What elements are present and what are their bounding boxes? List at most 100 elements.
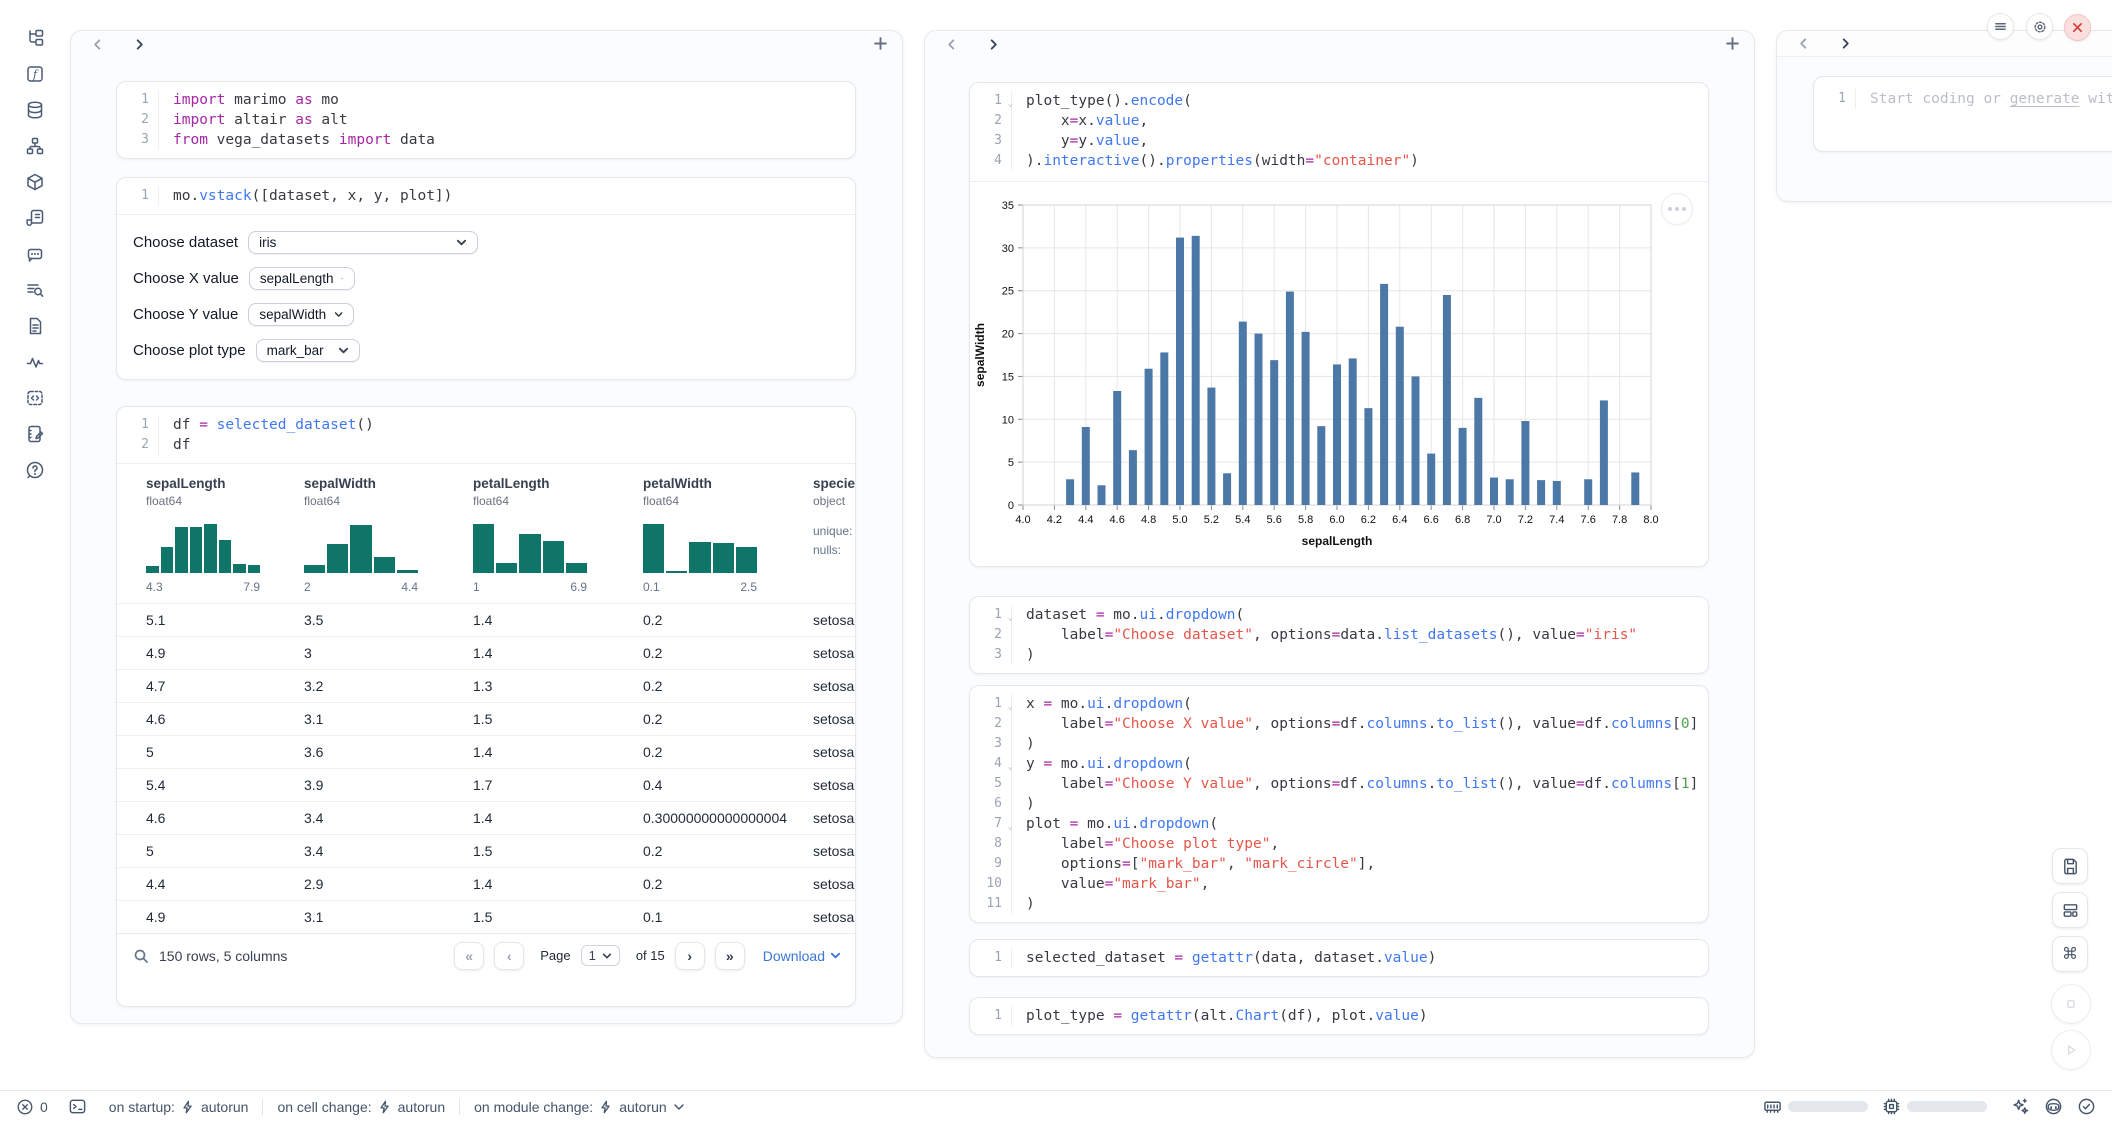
new-cell-button[interactable] xyxy=(873,36,888,51)
layout-icon xyxy=(2061,901,2080,920)
autorun-startup[interactable]: on startup: autorun xyxy=(109,1099,249,1115)
code-cell-dataset-dropdown[interactable]: 1⌄dataset = mo.ui.dropdown(2 label="Choo… xyxy=(969,596,1709,674)
bar xyxy=(1082,427,1090,505)
chat-icon[interactable] xyxy=(22,242,48,266)
notebook-column-middle: 1⌄plot_type().encode(2 x=x.value,3 y=y.v… xyxy=(924,30,1755,1058)
editor-placeholder[interactable]: Start coding or generate with AI xyxy=(1856,89,2112,109)
layout-button[interactable] xyxy=(2052,892,2088,928)
chart-menu-button[interactable] xyxy=(1661,193,1693,225)
autorun-module-change[interactable]: on module change: autorun xyxy=(474,1099,685,1115)
histogram-bar xyxy=(496,563,517,573)
activity-icon[interactable] xyxy=(22,350,48,374)
search-icon[interactable] xyxy=(133,948,149,964)
settings-button[interactable] xyxy=(2026,13,2053,40)
bar xyxy=(1098,485,1106,505)
code-line: 1⌄dataset = mo.ui.dropdown( xyxy=(970,605,1708,625)
dataset-select[interactable]: iris xyxy=(248,231,478,254)
hamburger-icon xyxy=(1994,20,2007,33)
plot-type-label: Choose plot type xyxy=(133,342,246,359)
dataset-label: Choose dataset xyxy=(133,234,238,251)
column-forward-button[interactable] xyxy=(1837,36,1853,52)
x-value-select[interactable]: sepalLength xyxy=(249,267,355,290)
prev-page-button[interactable]: ‹ xyxy=(494,942,524,970)
code-cell-plot[interactable]: 1⌄plot_type().encode(2 x=x.value,3 y=y.v… xyxy=(969,82,1709,567)
package-icon[interactable] xyxy=(22,170,48,194)
bar xyxy=(1506,479,1514,505)
bar xyxy=(1333,364,1341,505)
snippets-icon[interactable] xyxy=(22,386,48,410)
autorun-cell-change[interactable]: on cell change: autorun xyxy=(277,1099,445,1115)
code-cell-imports[interactable]: 1import marimo as mo2import altair as al… xyxy=(116,81,856,159)
last-page-button[interactable]: » xyxy=(715,942,745,970)
run-button[interactable] xyxy=(2051,1030,2091,1070)
file-tree-icon[interactable] xyxy=(22,26,48,50)
column-back-button[interactable] xyxy=(1795,36,1811,52)
save-button[interactable] xyxy=(2052,848,2088,884)
documentation-icon[interactable] xyxy=(22,314,48,338)
scratchpad-icon[interactable] xyxy=(22,422,48,446)
next-page-button[interactable]: › xyxy=(675,942,705,970)
trace-search-icon[interactable] xyxy=(22,278,48,302)
column-forward-button[interactable] xyxy=(985,36,1001,52)
altair-bar-chart[interactable]: 4.04.24.44.64.85.05.25.45.65.86.06.26.46… xyxy=(970,182,1708,560)
close-button[interactable] xyxy=(2064,14,2091,41)
code-cell-plot-type[interactable]: 1plot_type = getattr(alt.Chart(df), plot… xyxy=(969,997,1709,1035)
first-page-button[interactable]: « xyxy=(454,942,484,970)
command-icon: ⌘ xyxy=(2062,944,2078,964)
stop-button[interactable] xyxy=(2051,984,2091,1024)
column-back-button[interactable] xyxy=(943,36,959,52)
histogram-bar xyxy=(161,547,174,573)
error-indicator[interactable]: 0 xyxy=(16,1098,48,1116)
bar xyxy=(1145,369,1153,505)
new-cell-button[interactable] xyxy=(1725,36,1740,51)
dependency-graph-icon[interactable] xyxy=(22,134,48,158)
generate-link[interactable]: generate xyxy=(2010,91,2080,107)
ram-icon xyxy=(1763,1097,1782,1116)
cpu-usage[interactable] xyxy=(1882,1097,1987,1116)
bar xyxy=(1443,295,1451,505)
bar xyxy=(1396,327,1404,505)
terminal-button[interactable] xyxy=(68,1097,87,1116)
chevron-down-icon xyxy=(830,950,841,961)
bar xyxy=(1207,388,1215,505)
shortcuts-button[interactable]: ⌘ xyxy=(2052,936,2088,972)
download-button[interactable]: Download xyxy=(763,948,841,964)
database-icon[interactable] xyxy=(22,98,48,122)
column-forward-button[interactable] xyxy=(131,36,147,52)
functions-icon[interactable]: f xyxy=(22,62,48,86)
code-cell-vstack[interactable]: 1mo.vstack([dataset, x, y, plot]) Choose… xyxy=(116,177,856,380)
svg-text:6.2: 6.2 xyxy=(1361,514,1376,526)
code-cell-selected-dataset[interactable]: 1selected_dataset = getattr(data, datase… xyxy=(969,939,1709,977)
svg-text:5.4: 5.4 xyxy=(1235,514,1250,526)
bar xyxy=(1113,391,1121,505)
y-value-select[interactable]: sepalWidth xyxy=(248,303,354,326)
histogram-bar xyxy=(689,542,710,573)
memory-usage[interactable] xyxy=(1763,1097,1868,1116)
code-cell-dataframe[interactable]: 1df = selected_dataset()2df sepalLength … xyxy=(116,406,856,1007)
bar xyxy=(1380,284,1388,505)
plot-type-select[interactable]: mark_bar xyxy=(256,339,360,362)
terminal-icon xyxy=(68,1097,87,1116)
svg-text:20: 20 xyxy=(1002,329,1014,341)
bar xyxy=(1631,472,1639,505)
connection-status-icon[interactable] xyxy=(2077,1097,2096,1116)
menu-button[interactable] xyxy=(1987,13,2014,40)
bar xyxy=(1192,236,1200,505)
copilot-button[interactable] xyxy=(2044,1097,2063,1116)
histogram-bar xyxy=(397,570,418,573)
svg-text:0: 0 xyxy=(1008,500,1014,512)
bar xyxy=(1427,454,1435,505)
column-back-button[interactable] xyxy=(89,36,105,52)
table-row: 4.63.41.40.30000000000000004setosa xyxy=(117,801,855,834)
help-icon[interactable] xyxy=(22,458,48,482)
row-count: 150 rows, 5 columns xyxy=(159,948,287,964)
page-select[interactable]: 1 xyxy=(581,945,620,966)
error-circle-icon xyxy=(16,1098,34,1116)
logs-icon[interactable] xyxy=(22,206,48,230)
bar xyxy=(1553,481,1561,505)
scratch-cell[interactable]: 1 Start coding or generate with AI xyxy=(1813,76,2112,152)
code-cell-xy-plot-dropdowns[interactable]: 1⌄x = mo.ui.dropdown(2 label="Choose X v… xyxy=(969,685,1709,923)
ai-assistant-button[interactable] xyxy=(2011,1097,2030,1116)
cpu-usage-bar xyxy=(1907,1101,1987,1112)
code-line: 3 y=y.value, xyxy=(970,131,1708,151)
